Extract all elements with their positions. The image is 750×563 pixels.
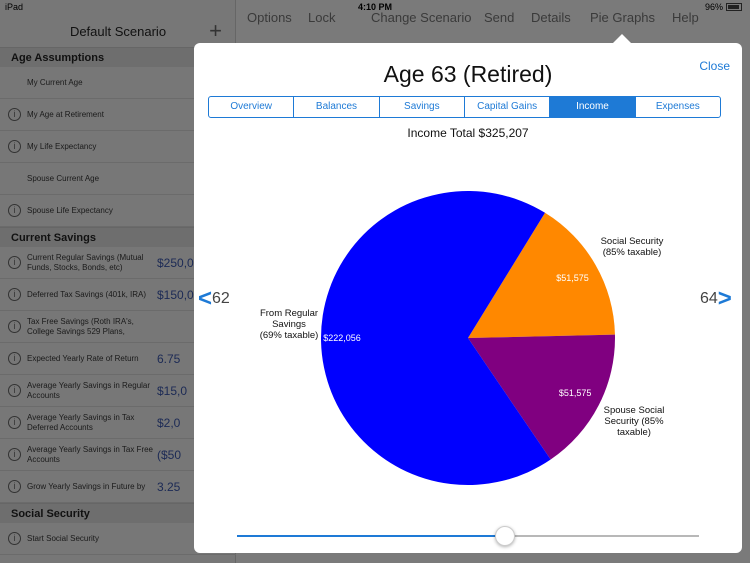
setting-label: Spouse Life Expectancy <box>27 206 113 215</box>
previous-age-label: 62 <box>212 290 230 307</box>
battery-percent: 96% <box>704 2 723 12</box>
add-scenario-button[interactable]: + <box>209 18 222 44</box>
setting-label: My Age at Retirement <box>27 110 104 119</box>
setting-value: $15,0 <box>157 384 188 398</box>
setting-value: $150,0 <box>157 288 194 302</box>
setting-label: Start Social Security <box>27 534 100 543</box>
slice-category-label-2: From Regular Savings (69% taxable) <box>260 308 319 341</box>
slice-value-label-2: $222,056 <box>323 333 361 343</box>
slice-category-label-1: Spouse Social Security (85% taxable) <box>604 405 665 438</box>
info-icon[interactable]: i <box>8 448 21 461</box>
setting-value: 3.25 <box>157 480 181 494</box>
info-icon[interactable]: i <box>8 480 21 493</box>
setting-value: ($50 <box>157 448 182 462</box>
info-icon[interactable]: i <box>8 384 21 397</box>
status-bar: iPad 4:10 PM 96% <box>0 0 750 14</box>
setting-value: $2,0 <box>157 416 181 430</box>
setting-label: Tax Free Savings (Roth IRA's, College Sa… <box>27 317 134 336</box>
age-slider[interactable] <box>237 526 699 546</box>
info-icon[interactable]: i <box>8 416 21 429</box>
info-icon[interactable]: i <box>8 140 21 153</box>
battery-icon <box>726 3 742 11</box>
info-icon[interactable]: i <box>8 532 21 545</box>
info-icon[interactable]: i <box>8 108 21 121</box>
setting-value: $250,0 <box>157 256 194 270</box>
battery-indicator: 96% <box>705 2 742 12</box>
sidebar-title: Default Scenario <box>69 24 167 39</box>
setting-value: 6.75 <box>157 352 181 366</box>
info-icon[interactable]: i <box>8 288 21 301</box>
setting-label: Social Security Monthly Income <box>27 555 155 563</box>
setting-label: Expected Yearly Rate of Return <box>27 354 139 363</box>
age-slider-thumb[interactable] <box>494 526 515 546</box>
clock: 4:10 PM <box>357 2 392 12</box>
pie-graph-popover: Age 63 (Retired) Close Overview Balances S… <box>194 43 742 553</box>
chevron-left-icon: < <box>198 285 213 312</box>
next-age-label: 64 <box>700 290 718 307</box>
age-slider-fill <box>237 535 505 537</box>
setting-row[interactable]: iSocial Security Monthly Income$1,700 <box>0 555 236 563</box>
slice-value-label-0: $51,575 <box>556 273 589 283</box>
setting-label: My Current Age <box>27 78 83 87</box>
chevron-right-icon: > <box>717 285 732 312</box>
setting-label: Average Yearly Savings in Tax Deferred A… <box>27 413 135 432</box>
info-icon[interactable]: i <box>8 204 21 217</box>
setting-label: Grow Yearly Savings in Future by <box>27 482 146 491</box>
info-icon[interactable]: i <box>8 320 21 333</box>
previous-age-button[interactable]: < 62 <box>198 285 230 312</box>
setting-label: Average Yearly Savings in Tax Free Accou… <box>27 445 154 464</box>
slice-category-label-0: Social Security (85% taxable) <box>601 236 664 258</box>
setting-label: Average Yearly Savings in Regular Accoun… <box>27 381 151 400</box>
setting-label: Spouse Current Age <box>27 174 100 183</box>
setting-label: Deferred Tax Savings (401k, IRA) <box>27 290 147 299</box>
income-pie-chart: $51,575 Social Security (85% taxable) $51,5… <box>260 190 665 486</box>
next-age-button[interactable]: 64 > <box>700 285 732 312</box>
info-icon[interactable]: i <box>8 256 21 269</box>
info-icon[interactable]: i <box>8 352 21 365</box>
setting-label: Current Regular Savings (Mutual Funds, S… <box>27 253 144 272</box>
slice-value-label-1: $51,575 <box>559 388 592 398</box>
setting-label: My Life Expectancy <box>27 142 97 151</box>
